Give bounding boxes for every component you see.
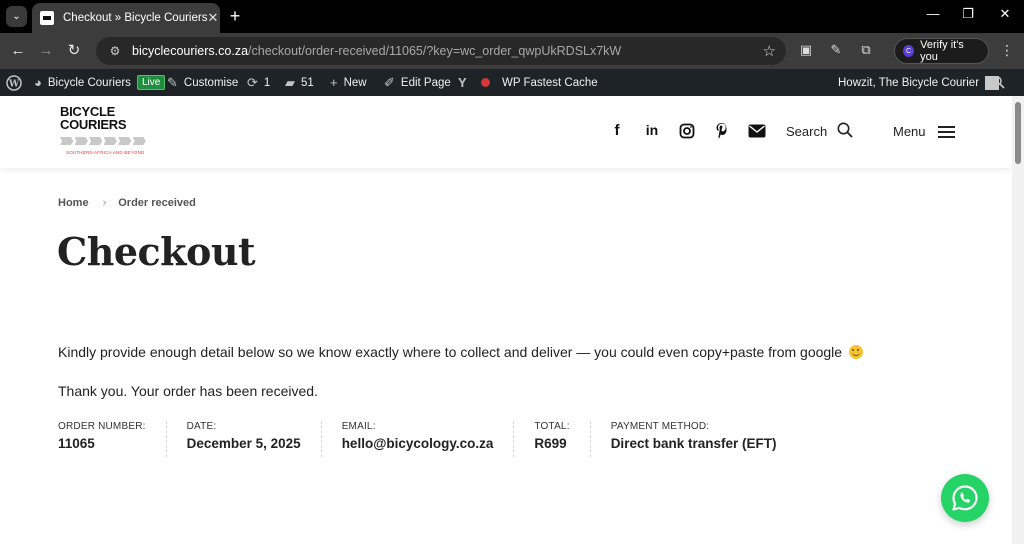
admin-customise-label: Customise <box>183 76 239 89</box>
order-total-label: TOTAL: <box>534 421 570 432</box>
plus-icon: + <box>330 75 338 90</box>
admin-site-name[interactable]: ◕ Bicycle Couriers Live <box>34 69 166 96</box>
order-number-block: ORDER NUMBER: 11065 <box>58 421 167 457</box>
checkout-note-text: Kindly provide enough detail below so we… <box>58 344 843 360</box>
window-restore-icon[interactable]: ❐ <box>958 6 978 22</box>
order-email-label: EMAIL: <box>341 421 376 432</box>
admin-greeting: Howzit, The Bicycle Courier <box>838 76 980 89</box>
logo-tagline: SOUTHERN AFRICA AND BEYOND <box>66 150 145 155</box>
order-payment-label: PAYMENT METHOD: <box>610 421 710 432</box>
order-total-block: TOTAL: R699 <box>534 421 591 457</box>
admin-comments-count: 51 <box>301 76 314 89</box>
page-scrollbar[interactable] <box>1012 96 1024 544</box>
order-date-block: DATE: December 5, 2025 <box>187 421 322 457</box>
admin-search-icon[interactable] <box>992 69 1005 96</box>
admin-updates-count: 1 <box>263 76 271 89</box>
seo-status-red-dot-icon <box>481 69 490 96</box>
url-text[interactable]: bicyclecouriers.co.za/checkout/order-rec… <box>132 44 763 58</box>
breadcrumb-home-link[interactable]: Home <box>58 197 89 209</box>
order-payment-block: PAYMENT METHOD: Direct bank transfer (EF… <box>611 421 797 457</box>
forward-arrow-icon[interactable]: → <box>36 41 56 61</box>
tab-close-icon[interactable]: ✕ <box>207 10 218 26</box>
reload-icon[interactable]: ↻ <box>64 41 84 61</box>
breadcrumb: Home › Order received <box>58 197 196 209</box>
site-logo[interactable]: BICYCLE COURIERS SOUTHERN AFRICA AND BEY… <box>60 105 150 161</box>
scrollbar-thumb[interactable] <box>1015 102 1021 164</box>
extension-cast-icon[interactable]: ▣ <box>797 42 815 58</box>
order-number-value: 11065 <box>58 436 95 451</box>
tab-search-chevron-icon[interactable]: ⌄ <box>6 6 27 27</box>
admin-site-name-label: Bicycle Couriers <box>47 76 131 89</box>
bookmark-star-icon[interactable]: ☆ <box>763 42 776 60</box>
checkout-note: Kindly provide enough detail below so we… <box>58 344 863 360</box>
admin-customise[interactable]: ✎ Customise <box>167 69 238 96</box>
admin-cache-label: WP Fastest Cache <box>502 76 598 89</box>
admin-edit-page[interactable]: ✐ Edit Page <box>384 69 451 96</box>
back-arrow-icon[interactable]: ← <box>8 41 28 61</box>
site-header: BICYCLE COURIERS SOUTHERN AFRICA AND BEY… <box>0 96 1012 168</box>
address-bar[interactable]: ⚙ bicyclecouriers.co.za/checkout/order-r… <box>96 37 786 65</box>
instagram-icon[interactable] <box>676 122 698 142</box>
order-email-value: hello@bicycology.co.za <box>341 436 494 451</box>
window-minimize-icon[interactable]: — <box>923 6 943 21</box>
admin-new[interactable]: + New <box>330 69 367 96</box>
pinterest-icon[interactable] <box>711 122 733 142</box>
admin-edit-page-label: Edit Page <box>400 76 451 89</box>
order-date-value: December 5, 2025 <box>186 436 301 451</box>
tab-title: Checkout » Bicycle Couriers <box>63 12 208 24</box>
svg-text:W: W <box>8 79 20 89</box>
browser-menu-icon[interactable]: ⋮ <box>1000 42 1014 59</box>
order-overview: ORDER NUMBER: 11065 DATE: December 5, 20… <box>58 421 816 457</box>
admin-cache[interactable]: WP Fastest Cache <box>502 69 598 96</box>
whatsapp-chat-button[interactable] <box>941 474 989 522</box>
paintbrush-icon: ✎ <box>167 74 178 90</box>
updates-refresh-icon: ⟳ <box>247 74 258 90</box>
window-close-icon[interactable]: ✕ <box>995 6 1015 22</box>
new-tab-plus-icon[interactable]: + <box>226 5 244 27</box>
order-received-message: Thank you. Your order has been received. <box>58 383 318 399</box>
verify-profile-button[interactable]: C Verify it's you <box>894 38 989 64</box>
pencil-icon: ✐ <box>384 74 395 90</box>
wp-admin-bar: W ◕ Bicycle Couriers Live ✎ Customise ⟳ … <box>0 69 1024 96</box>
order-number-label: ORDER NUMBER: <box>58 421 146 432</box>
header-search-label[interactable]: Search <box>786 124 827 139</box>
breadcrumb-chevron-icon: › <box>102 197 107 209</box>
logo-line-2: COURIERS <box>60 117 127 132</box>
admin-account[interactable]: Howzit, The Bicycle Courier <box>838 69 1000 96</box>
hamburger-menu-icon[interactable] <box>938 126 955 138</box>
email-envelope-icon[interactable] <box>746 122 768 142</box>
site-favicon-icon <box>40 11 54 25</box>
order-date-label: DATE: <box>186 421 217 432</box>
order-total-value: R699 <box>534 436 567 451</box>
breadcrumb-current: Order received <box>118 197 196 209</box>
order-email-block: EMAIL: hello@bicycology.co.za <box>342 421 515 457</box>
whatsapp-icon <box>952 485 978 511</box>
verify-label: Verify it's you <box>920 39 964 63</box>
url-path: /checkout/order-received/11065/?key=wc_o… <box>248 44 622 58</box>
comment-bubble-icon: ▰ <box>285 74 295 90</box>
logo-arrows-icon <box>60 135 146 147</box>
wp-logo-icon[interactable]: W <box>6 69 22 96</box>
page-title: Checkout <box>57 229 256 274</box>
dashboard-gauge-icon: ◕ <box>34 75 42 90</box>
admin-comments[interactable]: ▰ 51 <box>285 69 314 96</box>
smiley-emoji-icon <box>848 345 863 359</box>
extension-pen-icon[interactable]: ✎ <box>827 42 845 58</box>
browser-toolbar: ← → ↻ ⚙ bicyclecouriers.co.za/checkout/o… <box>0 33 1024 69</box>
order-payment-value: Direct bank transfer (EFT) <box>610 436 777 451</box>
yoast-seo-icon[interactable]: Y <box>458 69 473 96</box>
admin-new-label: New <box>343 76 367 89</box>
extensions-puzzle-icon[interactable]: ⧉ <box>857 42 875 58</box>
facebook-icon[interactable]: f <box>606 122 628 142</box>
browser-tab-strip: ⌄ Checkout » Bicycle Couriers ✕ + — ❐ ✕ <box>0 0 1024 33</box>
profile-avatar-icon: C <box>903 45 915 57</box>
header-search-icon[interactable] <box>837 122 853 138</box>
browser-tab-active[interactable]: Checkout » Bicycle Couriers ✕ <box>32 3 220 33</box>
header-menu-label[interactable]: Menu <box>893 124 926 139</box>
admin-updates[interactable]: ⟳ 1 <box>247 69 270 96</box>
url-host: bicyclecouriers.co.za <box>132 44 249 58</box>
live-badge: Live <box>136 75 166 90</box>
site-info-icon[interactable]: ⚙ <box>106 44 124 58</box>
linkedin-icon[interactable]: in <box>641 122 663 142</box>
